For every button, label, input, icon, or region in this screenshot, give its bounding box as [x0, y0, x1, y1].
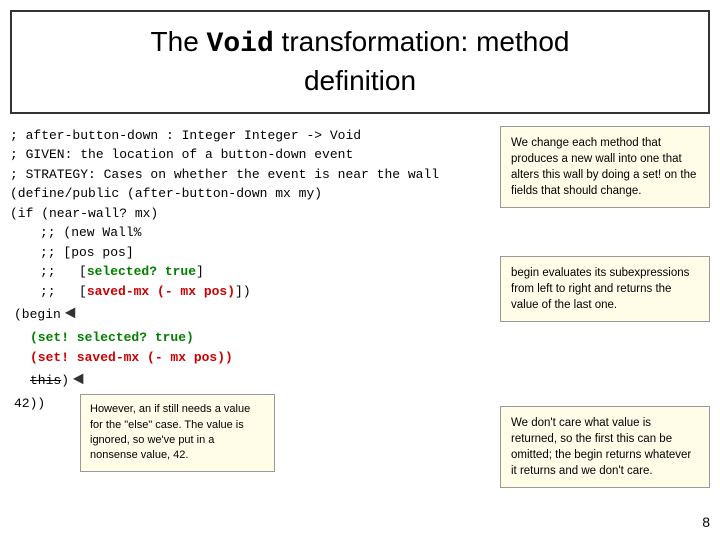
slide-title: The Void transformation: method definiti… — [32, 24, 688, 100]
title-prefix: The — [151, 26, 207, 57]
tooltip-42: However, an if still needs a value for t… — [80, 394, 275, 472]
tooltip-change-method: We change each method that produces a ne… — [500, 126, 710, 208]
code-comment-new: ;; (new Wall% — [10, 223, 710, 243]
code-this-row: this) ◄ — [10, 367, 710, 394]
page-number: 8 — [702, 514, 710, 530]
title-line2: definition — [304, 65, 416, 96]
title-void: Void — [207, 29, 274, 60]
title-box: The Void transformation: method definiti… — [10, 10, 710, 114]
title-suffix: transformation: method — [274, 26, 570, 57]
code-set-savedmx: (set! saved-mx (- mx pos)) — [10, 348, 710, 368]
code-set-selected: (set! selected? true) — [10, 328, 710, 348]
main-content: ; after-button-down : Integer Integer ->… — [10, 126, 710, 530]
tooltip-begin-evaluates: begin evaluates its subexpressions from … — [500, 256, 710, 322]
slide: The Void transformation: method definiti… — [0, 0, 720, 540]
tooltip-this-value: We don't care what value is returned, so… — [500, 406, 710, 488]
